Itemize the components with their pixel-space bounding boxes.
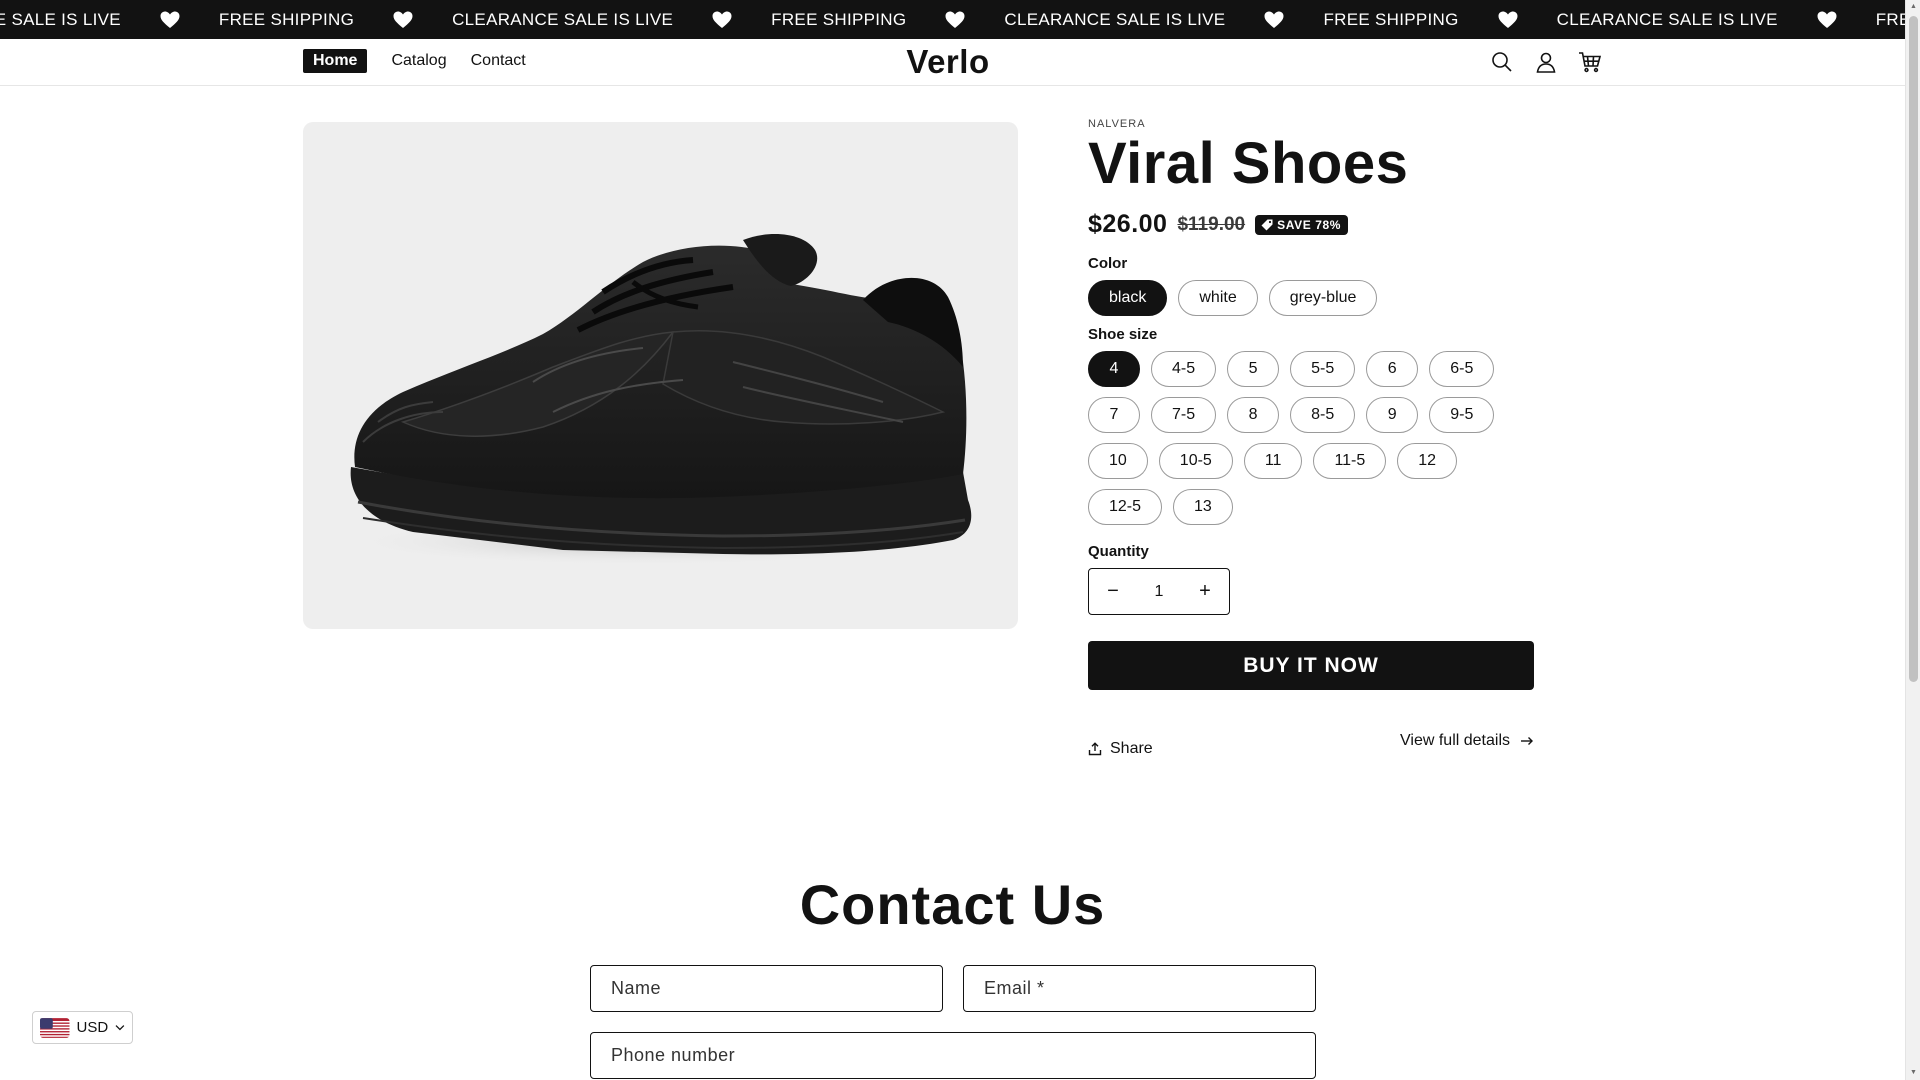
share-button[interactable]: Share xyxy=(1088,740,1153,758)
quantity-decrease-button[interactable]: − xyxy=(1103,580,1123,603)
share-icon xyxy=(1088,742,1102,756)
heart-icon xyxy=(160,11,180,29)
size-option-12-5[interactable]: 12-5 xyxy=(1088,489,1163,525)
size-label: Shoe size xyxy=(1088,326,1158,343)
save-badge-text: SAVE 78% xyxy=(1277,217,1342,232)
currency-selector[interactable]: USD xyxy=(32,1011,133,1044)
heart-icon xyxy=(1817,11,1837,29)
size-option-10-5[interactable]: 10-5 xyxy=(1158,443,1233,479)
account-icon[interactable] xyxy=(1534,49,1558,75)
announcement-item: FREE SHIPPING xyxy=(771,10,1004,30)
announcement-text: FREE SHIPPING xyxy=(218,9,355,29)
heart-icon xyxy=(1264,11,1284,29)
product-title: Viral Shoes xyxy=(1088,131,1409,196)
quantity-value[interactable]: 1 xyxy=(1155,583,1164,601)
heart-icon xyxy=(945,11,965,29)
contact-title: Contact Us xyxy=(799,873,1106,936)
site-header: Home Catalog Contact Verlo xyxy=(0,39,1905,86)
product-image[interactable] xyxy=(303,122,1018,629)
announcement-bar: ANCE SALE IS LIVE FREE SHIPPING CLEARANCE … xyxy=(0,0,1905,39)
quantity-increase-button[interactable]: + xyxy=(1195,580,1215,603)
heart-icon xyxy=(1498,11,1518,29)
size-option-6-5[interactable]: 6-5 xyxy=(1429,351,1495,387)
size-option-7-5[interactable]: 7-5 xyxy=(1151,397,1217,433)
quantity-label: Quantity xyxy=(1088,543,1149,560)
size-option-11-5[interactable]: 11-5 xyxy=(1313,443,1387,479)
announcement-text: CLEARANCE SALE IS LIVE xyxy=(1556,9,1778,29)
us-flag-icon xyxy=(40,1017,70,1038)
view-details-link[interactable]: View full details xyxy=(1400,732,1534,750)
size-option-6[interactable]: 6 xyxy=(1366,351,1419,387)
announcement-text: ANCE SALE IS LIVE xyxy=(0,9,121,29)
size-option-5-5[interactable]: 5-5 xyxy=(1290,351,1356,387)
announcement-item: CLEARANCE SALE IS LIVE xyxy=(1004,10,1323,30)
size-option-4-5[interactable]: 4-5 xyxy=(1151,351,1217,387)
size-option-9[interactable]: 9 xyxy=(1366,397,1419,433)
announcement-text: FREE SHIPPING xyxy=(1323,9,1459,29)
size-option-4[interactable]: 4 xyxy=(1088,351,1140,387)
product-vendor: NALVERA xyxy=(1088,118,1146,130)
header-icons xyxy=(1490,49,1602,75)
quantity-stepper: − 1 + xyxy=(1088,568,1230,615)
site-logo: Verlo xyxy=(0,43,1896,81)
announcement-text: CLEARANCE SALE IS LIVE xyxy=(1004,9,1226,29)
heart-icon xyxy=(712,11,732,29)
search-icon[interactable] xyxy=(1490,49,1514,75)
heart-icon xyxy=(393,11,413,29)
size-option-5[interactable]: 5 xyxy=(1227,351,1280,387)
size-option-8-5[interactable]: 8-5 xyxy=(1290,397,1356,433)
announcement-item: CLEARANCE SALE IS LIVE xyxy=(1557,10,1876,30)
compare-price: $119.00 xyxy=(1177,213,1246,235)
page-scrollbar[interactable]: ▲ ▼ xyxy=(1905,0,1920,1080)
share-row: Share View full details xyxy=(1088,732,1534,762)
color-label: Color xyxy=(1088,255,1128,272)
scroll-down-arrow[interactable]: ▼ xyxy=(1909,1068,1918,1078)
scroll-thumb[interactable] xyxy=(1909,16,1918,682)
announcement-text: FREE SHIPPING xyxy=(1875,9,1905,29)
announcement-text: CLEARANCE SALE IS LIVE xyxy=(452,9,674,29)
scroll-up-arrow[interactable]: ▲ xyxy=(1909,2,1918,12)
color-option-black[interactable]: black xyxy=(1088,280,1168,316)
size-option-11[interactable]: 11 xyxy=(1243,443,1303,479)
view-details-label: View full details xyxy=(1400,732,1510,749)
color-options: black white grey-blue xyxy=(1088,280,1534,316)
announcement-track: ANCE SALE IS LIVE FREE SHIPPING CLEARANCE … xyxy=(0,0,1905,39)
phone-field[interactable]: Phone number xyxy=(590,1032,1316,1079)
size-options: 4 4-5 5 5-5 6 6-5 7 7-5 8 8-5 9 9-5 10 10-5 11 11-5 12 12… xyxy=(1088,351,1528,525)
announcement-text: FREE SHIPPING xyxy=(771,9,907,29)
color-option-grey-blue[interactable]: grey-blue xyxy=(1268,280,1378,316)
color-option-white[interactable]: white xyxy=(1178,280,1258,316)
size-option-10[interactable]: 10 xyxy=(1088,443,1148,479)
share-label: Share xyxy=(1110,740,1153,757)
announcement-item: ANCE SALE IS LIVE xyxy=(0,10,219,30)
name-field[interactable]: Name xyxy=(590,965,943,1012)
announcement-item: FREE SHIPPING xyxy=(1323,10,1556,30)
size-option-8[interactable]: 8 xyxy=(1227,397,1280,433)
shoe-image xyxy=(343,234,972,566)
size-option-13[interactable]: 13 xyxy=(1173,489,1233,525)
sale-price: $26.00 xyxy=(1088,210,1168,238)
cart-icon[interactable] xyxy=(1578,49,1602,75)
size-option-7[interactable]: 7 xyxy=(1088,397,1140,433)
email-field[interactable]: Email * xyxy=(963,965,1316,1012)
save-badge: SAVE 78% xyxy=(1255,214,1349,235)
size-option-12[interactable]: 12 xyxy=(1397,443,1458,479)
currency-code: USD xyxy=(76,1019,109,1036)
size-option-9-5[interactable]: 9-5 xyxy=(1429,397,1495,433)
arrow-right-icon xyxy=(1521,737,1533,745)
tag-icon xyxy=(1261,219,1273,230)
product-info: NALVERA Viral Shoes $26.00 $119.00 SAVE … xyxy=(1088,118,1534,762)
logo-text[interactable]: Verlo xyxy=(906,43,989,81)
announcement-item: FREE SHIPPING xyxy=(1876,10,1905,30)
announcement-item: CLEARANCE SALE IS LIVE xyxy=(452,10,771,30)
chevron-down-icon xyxy=(115,1025,125,1031)
buy-now-button[interactable]: BUY IT NOW xyxy=(1088,641,1534,690)
price-row: $26.00 $119.00 SAVE 78% xyxy=(1088,210,1534,239)
announcement-item: FREE SHIPPING xyxy=(219,10,452,30)
